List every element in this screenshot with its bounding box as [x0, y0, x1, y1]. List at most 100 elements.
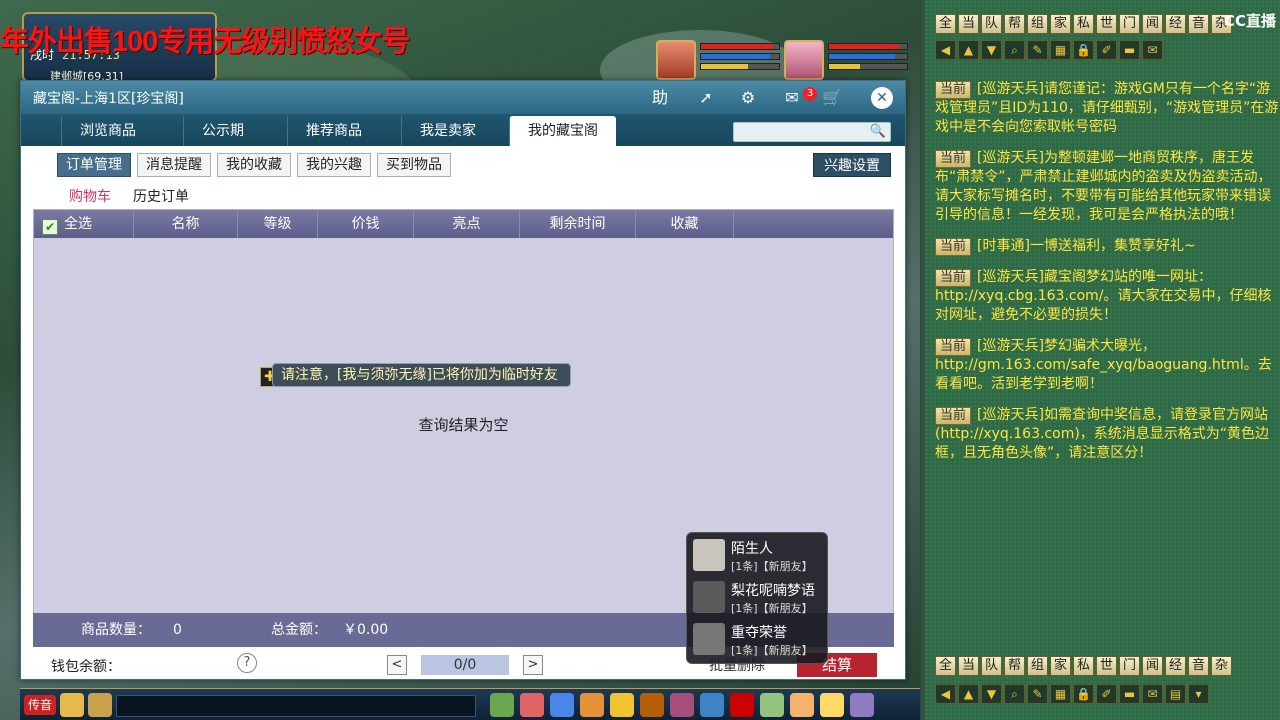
pet-icon[interactable] — [730, 693, 754, 717]
channel-button[interactable]: 世 — [1096, 14, 1117, 34]
message-icon[interactable]: ✉ — [781, 87, 803, 109]
channel-button[interactable]: 帮 — [1004, 14, 1025, 34]
lock-icon[interactable]: 🔒 — [1073, 40, 1094, 60]
chat-speaker[interactable]: [巡游天兵] — [977, 150, 1044, 166]
channel-tag[interactable]: 当前 — [935, 407, 972, 425]
channel-tag[interactable]: 当前 — [935, 269, 972, 287]
mic-icon[interactable] — [60, 693, 84, 717]
chat-speaker[interactable]: [巡游天兵] — [977, 269, 1044, 285]
channel-button[interactable]: 全 — [935, 656, 956, 676]
channel-button[interactable]: 私 — [1073, 14, 1094, 34]
tab-my-cbg[interactable]: 我的藏宝阁 — [509, 116, 616, 146]
system-icon[interactable] — [850, 693, 874, 717]
channel-button[interactable]: 家 — [1050, 656, 1071, 676]
tab-cart[interactable]: 购物车 — [69, 186, 111, 206]
channel-button[interactable]: 门 — [1119, 656, 1140, 676]
channel-button[interactable]: 当 — [958, 656, 979, 676]
question-icon[interactable]: ? — [237, 653, 257, 673]
subtab-interests[interactable]: 我的兴趣 — [297, 153, 371, 177]
col-time-left[interactable]: 剩余时间 — [520, 210, 636, 238]
friend-item[interactable]: 陌生人 [1条]【新朋友】 — [687, 533, 827, 575]
channel-button[interactable]: 家 — [1050, 14, 1071, 34]
channel-button[interactable]: 队 — [981, 14, 1002, 34]
friend-item[interactable]: 重夺荣誉 [1条]【新朋友】 — [687, 617, 827, 659]
emoji-icon[interactable] — [88, 693, 112, 717]
channel-button[interactable]: 组 — [1027, 656, 1048, 676]
note-icon[interactable]: ✎ — [1027, 40, 1048, 60]
chat-speaker[interactable]: [巡游天兵] — [977, 407, 1044, 423]
channel-tag[interactable]: 当前 — [935, 238, 972, 256]
channel-button[interactable]: 经 — [1165, 656, 1186, 676]
close-button[interactable]: ✕ — [871, 87, 893, 109]
col-favorite[interactable]: 收藏 — [636, 210, 734, 238]
subtab-notifications[interactable]: 消息提醒 — [137, 153, 211, 177]
bubble-icon[interactable]: ✉ — [1142, 684, 1163, 704]
interest-settings-button[interactable]: 兴趣设置 — [813, 153, 891, 177]
channel-button[interactable]: 队 — [981, 656, 1002, 676]
bag-icon[interactable] — [640, 693, 664, 717]
subtab-favorites[interactable]: 我的收藏 — [217, 153, 291, 177]
folder-icon[interactable]: ▬ — [1119, 684, 1140, 704]
channel-tag[interactable]: 当前 — [935, 150, 972, 168]
select-all-checkbox[interactable]: ✔ — [42, 219, 58, 235]
channel-button[interactable]: 帮 — [1004, 656, 1025, 676]
channel-tag[interactable]: 当前 — [935, 81, 972, 99]
quest-icon[interactable] — [760, 693, 784, 717]
tab-seller[interactable]: 我是卖家 — [401, 116, 494, 146]
search-icon[interactable]: ⌕ — [1004, 40, 1025, 60]
friend-avatar[interactable] — [693, 581, 725, 613]
tab-order-history[interactable]: 历史订单 — [133, 186, 189, 206]
peach-icon[interactable] — [790, 693, 814, 717]
chat-speaker[interactable]: [巡游天兵] — [977, 338, 1044, 354]
grid-icon[interactable]: ▦ — [1050, 684, 1071, 704]
channel-button[interactable]: 门 — [1119, 14, 1140, 34]
note-icon[interactable]: ✎ — [1027, 684, 1048, 704]
skill-icon[interactable] — [490, 693, 514, 717]
player-portrait[interactable] — [656, 40, 696, 80]
channel-button[interactable]: 音 — [1188, 656, 1209, 676]
friend-item[interactable]: 梨花呢喃梦语 [1条]【新朋友】 — [687, 575, 827, 617]
channel-button[interactable]: 世 — [1096, 656, 1117, 676]
search-icon[interactable]: ⌕ — [1004, 684, 1025, 704]
channel-button[interactable]: 杂 — [1211, 656, 1232, 676]
search-input[interactable]: 🔍 — [733, 122, 891, 142]
bubble-icon[interactable]: ✉ — [1142, 40, 1163, 60]
chat-speaker[interactable]: [巡游天兵] — [977, 81, 1044, 97]
share-icon[interactable]: ➚ — [695, 87, 717, 109]
tab-browse[interactable]: 浏览商品 — [61, 116, 154, 146]
friend-avatar[interactable] — [693, 623, 725, 655]
brush-icon[interactable]: ✐ — [1096, 684, 1117, 704]
arrow-left-icon[interactable]: ◀ — [935, 684, 956, 704]
channel-button[interactable]: 组 — [1027, 14, 1048, 34]
channel-button[interactable]: 经 — [1165, 14, 1186, 34]
team-icon[interactable] — [670, 693, 694, 717]
gift-icon[interactable] — [610, 693, 634, 717]
subtab-orders[interactable]: 订单管理 — [57, 153, 131, 177]
next-page-button[interactable]: > — [523, 655, 543, 675]
weapon-icon[interactable] — [550, 693, 574, 717]
prev-page-button[interactable]: < — [387, 655, 407, 675]
voice-button[interactable]: 传音 — [24, 695, 56, 715]
cart-icon[interactable]: 🛒 — [821, 87, 843, 109]
help-icon[interactable]: 助 — [649, 87, 671, 109]
friends-icon[interactable] — [700, 693, 724, 717]
arrow-down-icon[interactable]: ▼ — [981, 684, 1002, 704]
channel-tag[interactable]: 当前 — [935, 338, 972, 356]
folder-icon[interactable]: ▬ — [1119, 40, 1140, 60]
grid-icon[interactable]: ▦ — [1050, 40, 1071, 60]
chest-icon[interactable] — [580, 693, 604, 717]
channel-button[interactable]: 私 — [1073, 656, 1094, 676]
col-highlight[interactable]: 亮点 — [414, 210, 520, 238]
channel-button[interactable]: 闻 — [1142, 14, 1163, 34]
settings-icon[interactable]: ⚙ — [737, 87, 759, 109]
select-all-header[interactable]: ✔ 全选 — [34, 210, 134, 238]
channel-button[interactable]: 全 — [935, 14, 956, 34]
col-level[interactable]: 等级 — [238, 210, 318, 238]
dropdown-icon[interactable]: ▾ — [1188, 684, 1209, 704]
col-name[interactable]: 名称 — [134, 210, 238, 238]
chat-speaker[interactable]: [时事通] — [977, 238, 1030, 254]
arrow-down-icon[interactable]: ▼ — [981, 40, 1002, 60]
pet-portrait[interactable] — [784, 40, 824, 80]
col-price[interactable]: 价钱 — [318, 210, 414, 238]
channel-button[interactable]: 闻 — [1142, 656, 1163, 676]
